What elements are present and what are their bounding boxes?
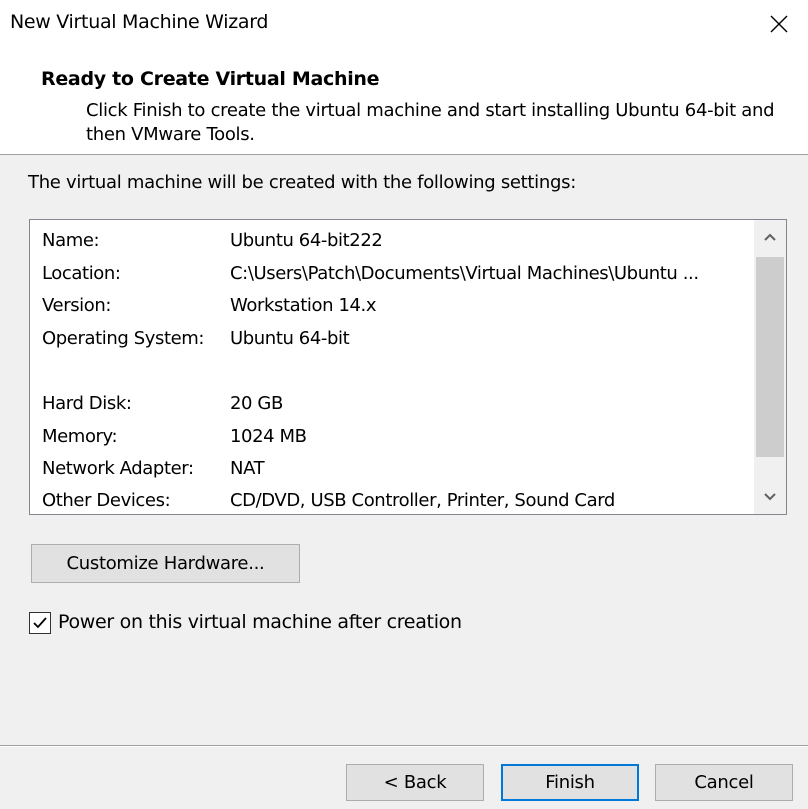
setting-value: Workstation 14.x: [230, 295, 377, 316]
customize-hardware-button[interactable]: Customize Hardware...: [31, 544, 300, 583]
vertical-scrollbar[interactable]: [754, 220, 786, 514]
cancel-button[interactable]: Cancel: [655, 764, 793, 801]
setting-value: C:\Users\Patch\Documents\Virtual Machine…: [230, 263, 699, 284]
settings-intro-text: The virtual machine will be created with…: [28, 172, 576, 193]
close-icon: [770, 15, 788, 33]
page-title: Ready to Create Virtual Machine: [41, 68, 380, 90]
setting-label: Operating System:: [42, 328, 205, 349]
setting-label: Name:: [42, 230, 100, 251]
setting-value: NAT: [230, 458, 265, 479]
window-title: New Virtual Machine Wizard: [10, 11, 269, 33]
settings-summary-list[interactable]: Name: Ubuntu 64-bit222 Location: C:\User…: [29, 219, 787, 515]
setting-value: Ubuntu 64-bit222: [230, 230, 383, 251]
close-button[interactable]: [750, 0, 808, 48]
setting-label: Version:: [42, 295, 112, 316]
chevron-down-icon: [764, 493, 776, 501]
setting-label: Other Devices:: [42, 490, 171, 511]
setting-value: CD/DVD, USB Controller, Printer, Sound C…: [230, 490, 615, 511]
power-on-checkbox[interactable]: [29, 612, 51, 634]
setting-label: Network Adapter:: [42, 458, 194, 479]
chevron-up-icon: [764, 233, 776, 241]
setting-value: Ubuntu 64-bit: [230, 328, 350, 349]
scroll-up-button[interactable]: [754, 220, 786, 254]
setting-value: 1024 MB: [230, 426, 307, 447]
page-description: Click Finish to create the virtual machi…: [86, 100, 775, 145]
wizard-header: Ready to Create Virtual Machine Click Fi…: [0, 48, 808, 155]
scroll-down-button[interactable]: [754, 480, 786, 514]
footer-divider: [0, 745, 808, 747]
power-on-label[interactable]: Power on this virtual machine after crea…: [58, 611, 462, 633]
setting-label: Hard Disk:: [42, 393, 132, 414]
setting-value: 20 GB: [230, 393, 283, 414]
finish-button[interactable]: Finish: [501, 764, 639, 801]
setting-label: Memory:: [42, 426, 118, 447]
setting-label: Location:: [42, 263, 121, 284]
checkmark-icon: [33, 617, 47, 629]
title-bar: New Virtual Machine Wizard: [0, 0, 808, 48]
scroll-thumb[interactable]: [756, 257, 784, 457]
back-button[interactable]: < Back: [346, 764, 484, 801]
